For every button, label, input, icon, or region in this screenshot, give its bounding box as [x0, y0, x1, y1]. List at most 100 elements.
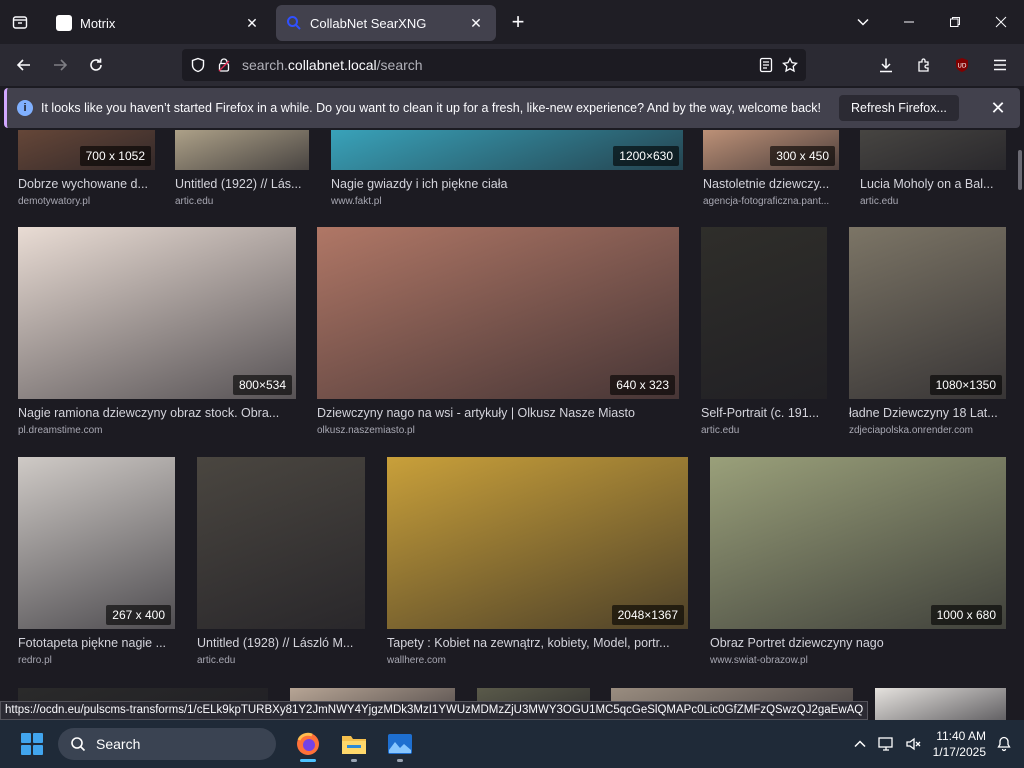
result-title[interactable]: Tapety : Kobiet na zewnątrz, kobiety, Mo…	[387, 636, 688, 650]
result-resolution-badge: 2048×1367	[611, 605, 684, 625]
photos-icon	[388, 734, 412, 754]
image-result-card[interactable]: 640 x 323 Dziewczyny nago na wsi - artyku…	[317, 227, 679, 447]
searxng-favicon-icon	[287, 16, 301, 30]
image-result-card[interactable]: 300 x 450 Nastoletnie dziewczy... agencja-…	[703, 130, 839, 218]
notification-bell-icon[interactable]	[996, 736, 1012, 752]
result-thumbnail[interactable]	[317, 227, 679, 399]
image-result-card[interactable]: 1000 x 680 Obraz Portret dziewczyny nago w…	[710, 457, 1006, 677]
tab-close-icon[interactable]: ✕	[466, 13, 486, 33]
image-result-card[interactable]: 1080×1350 ładne Dziewczyny 18 Lat... zdjec…	[849, 227, 1006, 447]
refresh-firefox-notification: i It looks like you haven’t started Fire…	[4, 88, 1020, 128]
page-info-icon[interactable]	[216, 57, 232, 73]
restore-button[interactable]	[932, 0, 978, 44]
result-thumbnail[interactable]	[710, 457, 1006, 629]
network-icon[interactable]	[877, 736, 895, 752]
chevron-down-icon	[857, 18, 869, 26]
image-result-card[interactable]: Self-Portrait (c. 191... artic.edu	[701, 227, 827, 447]
result-title[interactable]: Dobrze wychowane d...	[18, 177, 155, 191]
extensions-button[interactable]	[906, 47, 942, 83]
result-title[interactable]: Self-Portrait (c. 191...	[701, 406, 827, 420]
result-thumbnail[interactable]	[18, 227, 296, 399]
image-result-card[interactable]: 700 x 1052 Dobrze wychowane d... demotywat…	[18, 130, 155, 218]
taskbar-file-explorer[interactable]	[334, 724, 374, 764]
taskbar-search-box[interactable]: Search	[58, 728, 276, 760]
result-title[interactable]: Dziewczyny nago na wsi - artykuły | Olku…	[317, 406, 679, 420]
tab-manager-button[interactable]	[0, 0, 40, 44]
ublock-origin-button[interactable]: UD	[944, 47, 980, 83]
restore-icon	[950, 17, 960, 27]
result-thumbnail[interactable]	[860, 130, 1006, 170]
image-result-card[interactable]: Untitled (1928) // László M... artic.edu	[197, 457, 365, 677]
shield-icon[interactable]	[190, 57, 206, 73]
result-resolution-badge: 800×534	[232, 375, 292, 395]
result-title[interactable]: Untitled (1922) // Lás...	[175, 177, 309, 191]
result-resolution-badge: 1000 x 680	[930, 605, 1002, 625]
taskbar-photos-app[interactable]	[380, 724, 420, 764]
image-result-card[interactable]: 800×534 Nagie ramiona dziewczyny obraz st…	[18, 227, 296, 447]
result-thumbnail[interactable]	[18, 457, 175, 629]
result-thumbnail[interactable]	[849, 227, 1006, 399]
result-source: artic.edu	[175, 196, 214, 207]
folder-icon	[342, 736, 366, 754]
result-source: demotywatory.pl	[18, 196, 91, 207]
result-resolution-badge: 640 x 323	[610, 375, 675, 395]
tab-motrix[interactable]: Motrix ✕	[46, 5, 272, 41]
result-title[interactable]: Untitled (1928) // László M...	[197, 636, 365, 650]
url-bar[interactable]: search.collabnet.local/search	[182, 49, 806, 81]
result-title[interactable]: ładne Dziewczyny 18 Lat...	[849, 406, 1006, 420]
image-result-card[interactable]	[875, 688, 1006, 720]
page-scrollbar[interactable]	[1018, 150, 1022, 190]
forward-button[interactable]	[42, 47, 78, 83]
show-hidden-icons-chevron-up-icon[interactable]	[853, 737, 867, 751]
image-result-card[interactable]: 267 x 400 Fototapeta piękne nagie ... redr…	[18, 457, 175, 677]
minimize-icon	[904, 21, 914, 23]
result-thumbnail[interactable]	[175, 130, 309, 170]
hamburger-menu-icon	[994, 59, 1006, 71]
refresh-firefox-button[interactable]: Refresh Firefox...	[839, 95, 959, 121]
result-thumbnail[interactable]	[197, 457, 365, 629]
windows-start-button[interactable]	[16, 728, 48, 760]
tab-manager-icon	[12, 16, 28, 29]
reader-view-icon[interactable]	[758, 57, 774, 73]
puzzle-piece-icon	[918, 58, 929, 72]
result-source: redro.pl	[18, 655, 52, 666]
tab-close-icon[interactable]: ✕	[242, 13, 262, 33]
image-result-card[interactable]: Untitled (1922) // Lás... artic.edu	[175, 130, 309, 218]
result-title[interactable]: Nagie gwiazdy i ich piękne ciała	[331, 177, 683, 191]
result-title[interactable]: Fototapeta piękne nagie ...	[18, 636, 175, 650]
image-result-card[interactable]: Lucia Moholy on a Bal... artic.edu	[860, 130, 1006, 218]
taskbar-firefox[interactable]	[288, 724, 328, 764]
close-icon	[995, 16, 1007, 28]
app-menu-button[interactable]	[982, 47, 1018, 83]
result-thumbnail[interactable]	[387, 457, 688, 629]
result-title[interactable]: Lucia Moholy on a Bal...	[860, 177, 1006, 191]
result-source: www.swiat-obrazow.pl	[710, 655, 808, 666]
tab-collabnet-searxng[interactable]: CollabNet SearXNG ✕	[276, 5, 496, 41]
minimize-button[interactable]	[886, 0, 932, 44]
reload-button[interactable]	[78, 47, 114, 83]
forward-arrow-icon	[54, 59, 68, 71]
status-url-tooltip: https://ocdn.eu/pulscms-transforms/1/cEL…	[0, 701, 869, 720]
result-resolution-badge: 1080×1350	[929, 375, 1002, 395]
bookmark-star-icon[interactable]	[782, 57, 798, 73]
result-source: artic.edu	[860, 196, 899, 207]
close-notification-icon[interactable]: ✕	[986, 98, 1010, 119]
firefox-icon	[297, 732, 319, 755]
result-thumbnail[interactable]	[701, 227, 827, 399]
info-icon: i	[17, 100, 33, 116]
image-result-card[interactable]: 1200×630 Nagie gwiazdy i ich piękne ciała…	[331, 130, 683, 218]
image-result-card[interactable]: 2048×1367 Tapety : Kobiet na zewnątrz, ko…	[387, 457, 688, 677]
back-button[interactable]	[6, 47, 42, 83]
result-title[interactable]: Nastoletnie dziewczy...	[703, 177, 839, 191]
result-title[interactable]: Nagie ramiona dziewczyny obraz stock. Ob…	[18, 406, 296, 420]
result-thumbnail[interactable]	[875, 688, 1006, 720]
taskbar-clock[interactable]: 11:40 AM 1/17/2025	[933, 728, 986, 760]
new-tab-button[interactable]: +	[500, 4, 536, 40]
list-all-tabs-button[interactable]	[840, 0, 886, 44]
close-window-button[interactable]	[978, 0, 1024, 44]
download-icon	[880, 58, 892, 73]
result-title[interactable]: Obraz Portret dziewczyny nago	[710, 636, 1006, 650]
volume-muted-icon[interactable]	[905, 736, 923, 752]
tab-strip: Motrix ✕ CollabNet SearXNG ✕ +	[0, 0, 1024, 44]
downloads-button[interactable]	[868, 47, 904, 83]
